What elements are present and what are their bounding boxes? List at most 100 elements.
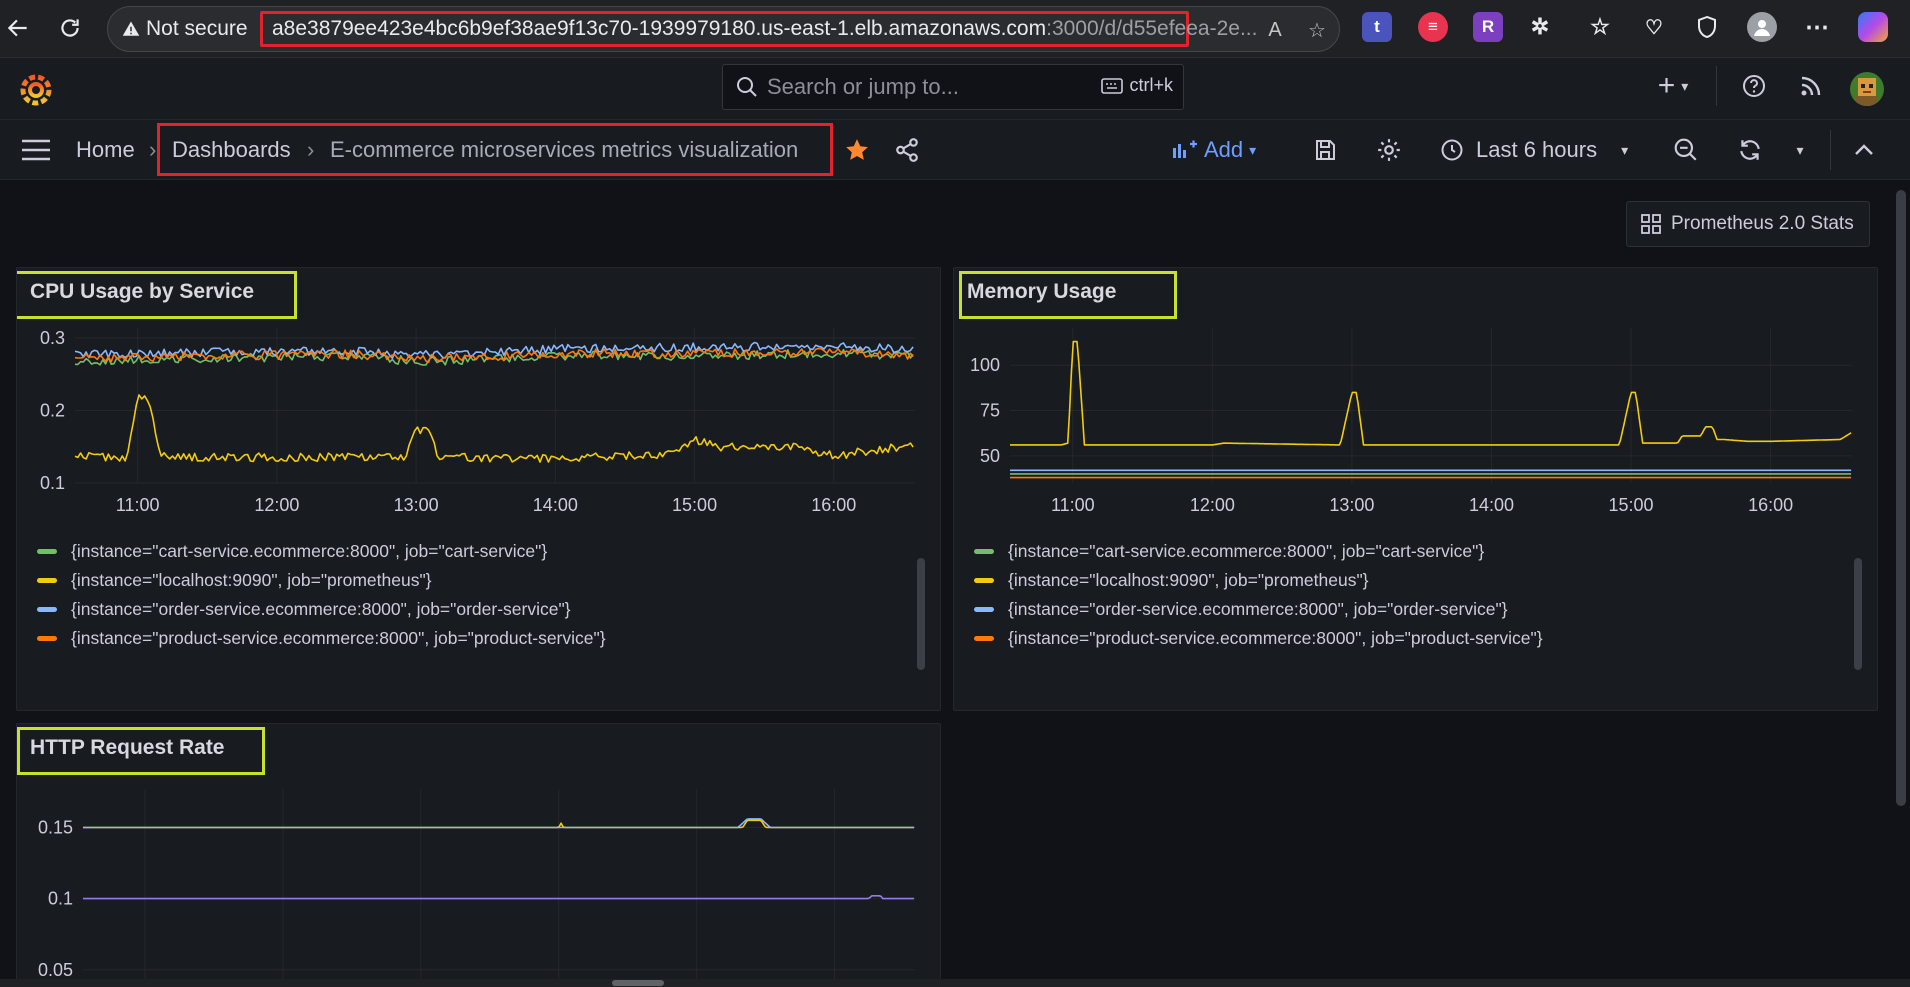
legend-item[interactable]: {instance="cart-service.ecommerce:8000",…: [974, 536, 1484, 566]
search-icon: [737, 77, 757, 97]
breadcrumb-home[interactable]: Home: [76, 120, 135, 180]
breadcrumb-dashboard-title: E-commerce microservices metrics visuali…: [330, 137, 799, 162]
security-indicator[interactable]: Not secure: [122, 7, 248, 51]
horizontal-scrollbar[interactable]: [0, 979, 1910, 987]
profile-avatar-icon[interactable]: [1747, 12, 1777, 42]
extension-todoist-icon[interactable]: ≡: [1418, 12, 1448, 42]
legend-scrollbar[interactable]: [1854, 558, 1862, 670]
clock-icon: [1441, 139, 1463, 161]
panel-title[interactable]: Memory Usage: [967, 280, 1116, 304]
extensions-puzzle-icon[interactable]: ✲: [1525, 12, 1555, 42]
refresh-button[interactable]: [1734, 130, 1766, 170]
browser-essentials-icon[interactable]: ♡: [1639, 12, 1669, 42]
news-feed-icon[interactable]: [1795, 66, 1827, 106]
breadcrumb-separator: ›: [307, 137, 315, 162]
user-avatar[interactable]: [1850, 72, 1884, 106]
y-tick-label: 0.3: [40, 328, 65, 348]
legend-label: {instance="order-service.ecommerce:8000"…: [71, 598, 571, 619]
memory-usage-chart[interactable]: 100 75 50 11:00 12:00 13:00 14:00 15:00 16:00: [954, 313, 1878, 528]
read-aloud-icon[interactable]: A: [1262, 17, 1288, 43]
shield-icon[interactable]: [1692, 12, 1722, 42]
dashboard-toolbar: Home › Dashboards › E-commerce microserv…: [0, 120, 1910, 180]
cpu-usage-chart[interactable]: 0.3 0.2 0.1 11:00 12:00 13:00 14:00 15:00 16:00: [17, 313, 941, 528]
chevron-down-icon: ▾: [1249, 141, 1257, 158]
dashboard-link-prometheus[interactable]: Prometheus 2.0 Stats: [1626, 201, 1870, 247]
dashboard-settings-button[interactable]: [1374, 130, 1404, 170]
legend-item[interactable]: {instance="order-service.ecommerce:8000"…: [37, 594, 571, 624]
x-tick-label: 16:00: [1748, 495, 1793, 515]
legend-item[interactable]: {instance="product-service.ecommerce:800…: [37, 623, 606, 653]
reload-icon: [61, 19, 79, 37]
share-button[interactable]: [892, 130, 922, 170]
x-tick-label: 11:00: [116, 495, 160, 515]
y-tick-label: 0.1: [40, 473, 65, 493]
favorite-star-button[interactable]: [842, 130, 872, 170]
apps-grid-icon: [1641, 214, 1661, 234]
hamburger-icon: [22, 139, 50, 161]
plus-icon: +: [1657, 69, 1676, 102]
page-scrollbar[interactable]: [1896, 190, 1906, 806]
legend-swatch: [37, 548, 57, 554]
grafana-logo-icon[interactable]: [18, 72, 54, 108]
legend-label: {instance="order-service.ecommerce:8000"…: [1008, 598, 1508, 619]
legend-swatch: [974, 577, 994, 583]
x-tick-label: 12:00: [1190, 495, 1235, 515]
url-text[interactable]: a8e3879ee423e4bc6b9ef38ae9f13c70-1939979…: [272, 7, 1257, 51]
copilot-icon[interactable]: [1858, 12, 1888, 42]
divider: [1830, 130, 1831, 170]
refresh-icon: [1740, 140, 1760, 160]
legend-scrollbar[interactable]: [917, 558, 925, 670]
add-label: Add: [1204, 137, 1244, 162]
search-shortcut: ctrl+k: [1101, 75, 1173, 96]
reload-button[interactable]: [52, 10, 88, 46]
panel-http-request-rate[interactable]: HTTP Request Rate 0.15 0.1 0.05: [16, 723, 941, 987]
panel-cpu-usage[interactable]: CPU Usage by Service 0.3 0.2 0.1 11:00 12:00…: [16, 267, 941, 711]
dashboard-link-label: Prometheus 2.0 Stats: [1671, 213, 1854, 234]
x-tick-label: 13:00: [1329, 495, 1374, 515]
panel-memory-usage[interactable]: Memory Usage 100 75 50 11:00 12:00 13:00 14:00…: [953, 267, 1878, 711]
http-request-rate-chart[interactable]: 0.15 0.1 0.05: [17, 779, 941, 987]
legend-label: {instance="cart-service.ecommerce:8000",…: [71, 540, 548, 561]
search-placeholder: Search or jump to...: [767, 74, 959, 99]
warning-icon: [122, 21, 140, 36]
new-menu-button[interactable]: + ▾: [1648, 66, 1698, 106]
favorites-icon[interactable]: ☆: [1585, 12, 1615, 42]
legend-item[interactable]: {instance="localhost:9090", job="prometh…: [37, 565, 432, 595]
address-bar[interactable]: Not secure a8e3879ee423e4bc6b9ef38ae9f13…: [107, 6, 1340, 52]
legend-item[interactable]: {instance="product-service.ecommerce:800…: [974, 623, 1543, 653]
chart-legend: {instance="cart-service.ecommerce:8000",…: [37, 530, 917, 698]
y-tick-label: 0.2: [40, 401, 65, 421]
legend-item[interactable]: {instance="localhost:9090", job="prometh…: [974, 565, 1369, 595]
save-dashboard-button[interactable]: [1310, 130, 1340, 170]
legend-item[interactable]: {instance="cart-service.ecommerce:8000",…: [37, 536, 547, 566]
refresh-interval-dropdown[interactable]: ▾: [1786, 130, 1814, 170]
help-icon[interactable]: [1738, 66, 1770, 106]
panel-title[interactable]: HTTP Request Rate: [30, 736, 225, 760]
add-panel-button[interactable]: Add ▾: [1172, 130, 1264, 170]
back-button[interactable]: [0, 10, 36, 46]
menu-toggle-button[interactable]: [18, 130, 54, 170]
breadcrumb-dashboards[interactable]: Dashboards: [172, 120, 291, 180]
time-range-picker[interactable]: Last 6 hours ▾: [1440, 130, 1640, 170]
series-line: [83, 818, 915, 829]
chart-legend: {instance="cart-service.ecommerce:8000",…: [974, 530, 1854, 698]
extension-t-icon[interactable]: t: [1362, 12, 1392, 42]
chevron-down-icon: ▾: [1681, 77, 1689, 94]
x-tick-label: 15:00: [1609, 495, 1654, 515]
legend-swatch: [37, 606, 57, 612]
series-line: [83, 819, 915, 829]
chevron-up-icon: [1855, 144, 1873, 155]
keyboard-icon: [1101, 77, 1124, 94]
collapse-toolbar-button[interactable]: [1848, 130, 1880, 170]
breadcrumb-separator: ›: [149, 137, 157, 162]
horizontal-scrollbar-thumb[interactable]: [612, 980, 664, 986]
legend-item[interactable]: {instance="order-service.ecommerce:8000"…: [974, 594, 1508, 624]
more-menu-icon[interactable]: ⋯: [1802, 12, 1832, 42]
zoom-out-button[interactable]: [1670, 130, 1702, 170]
zoom-out-icon: [1674, 138, 1697, 161]
search-input[interactable]: Search or jump to... ctrl+k: [722, 64, 1184, 110]
chevron-down-icon: ▾: [1796, 141, 1804, 158]
extension-r-icon[interactable]: R: [1473, 12, 1503, 42]
favorite-star-icon[interactable]: ☆: [1304, 17, 1330, 43]
panel-title[interactable]: CPU Usage by Service: [30, 280, 254, 304]
